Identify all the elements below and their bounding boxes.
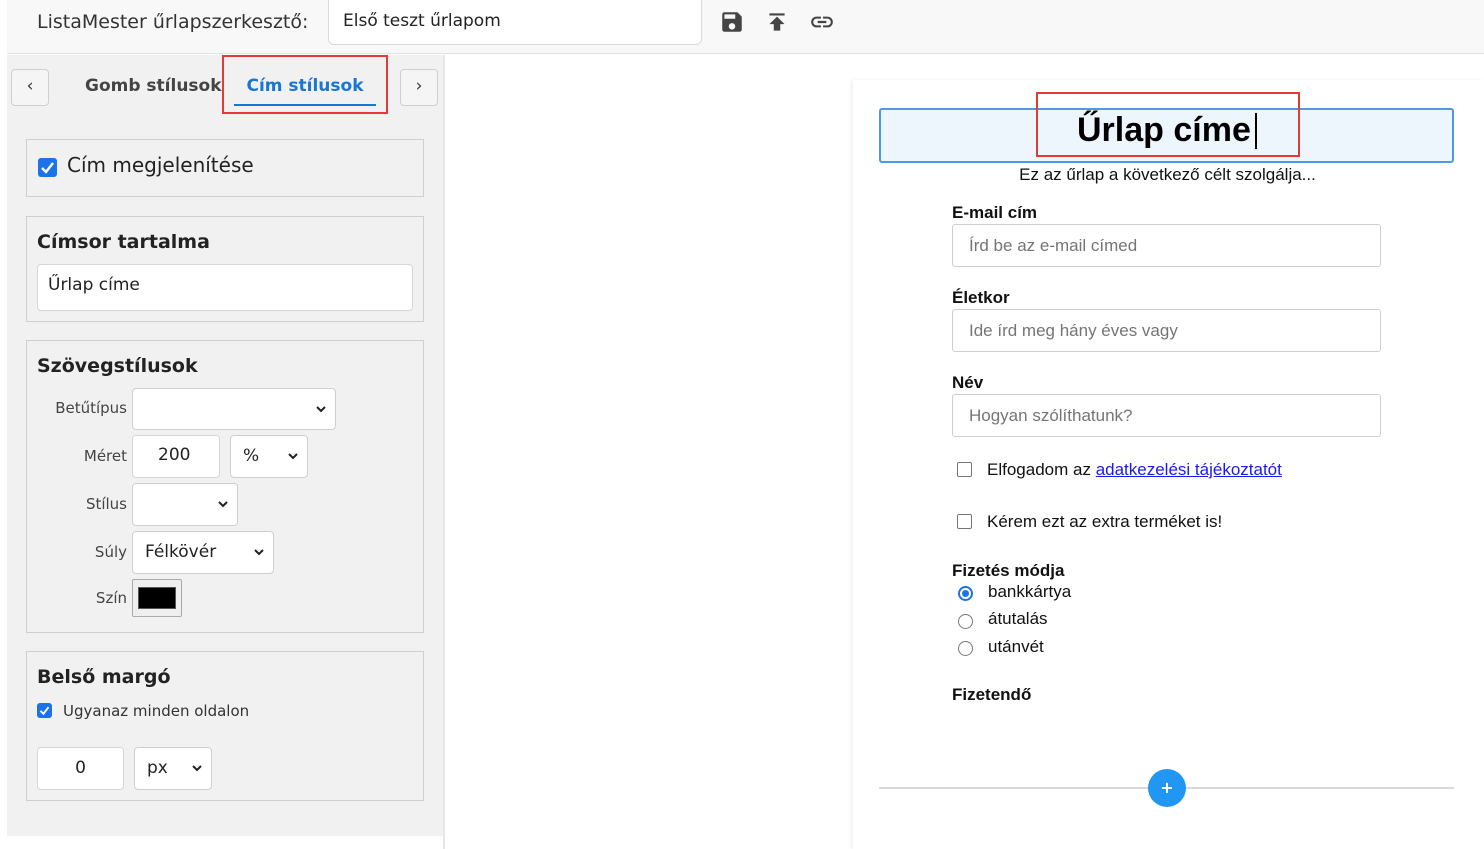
- panel-bottom: [7, 836, 443, 849]
- chevron-down-icon: [254, 549, 264, 556]
- size-input[interactable]: 200: [132, 435, 220, 478]
- consent-prefix: Elfogadom az: [987, 460, 1096, 479]
- consent-text: Elfogadom az adatkezelési tájékoztatót: [987, 460, 1282, 480]
- payment-option-cod: utánvét: [988, 637, 1044, 656]
- show-title-checkbox[interactable]: [38, 158, 57, 177]
- payment-radio-card[interactable]: [958, 586, 973, 601]
- weight-select[interactable]: Félkövér: [132, 531, 274, 574]
- padding-value-input[interactable]: 0: [37, 747, 124, 790]
- size-unit-value: %: [243, 446, 260, 466]
- name-field[interactable]: Hogyan szólíthatunk?: [952, 394, 1381, 437]
- form-title[interactable]: Űrlap címe: [1077, 110, 1251, 150]
- show-title-label: Cím megjelenítése: [67, 153, 254, 177]
- padding-unit-value: px: [147, 758, 168, 778]
- privacy-policy-link[interactable]: adatkezelési tájékoztatót: [1096, 460, 1282, 479]
- payment-option-card: bankkártya: [988, 582, 1072, 601]
- link-icon[interactable]: [809, 9, 835, 35]
- consent-checkbox[interactable]: [957, 462, 972, 477]
- text-caret: [1255, 113, 1257, 149]
- text-styles-title: Szövegstílusok: [37, 355, 198, 377]
- size-unit-select[interactable]: %: [230, 435, 308, 478]
- heading-content-title: Címsor tartalma: [37, 231, 210, 253]
- payment-radio-cod[interactable]: [958, 641, 973, 656]
- same-all-sides-label: Ugyanaz minden oldalon: [63, 702, 250, 720]
- font-label: Betűtípus: [55, 399, 127, 417]
- age-label: Életkor: [952, 288, 1010, 307]
- extra-product-checkbox[interactable]: [957, 514, 972, 529]
- color-picker[interactable]: [132, 579, 182, 617]
- padding-title: Belső margó: [37, 666, 171, 688]
- panel-divider[interactable]: [443, 55, 445, 849]
- tab-button-styles[interactable]: Gomb stílusok: [85, 72, 222, 106]
- same-all-sides-checkbox[interactable]: [37, 703, 52, 718]
- payment-radio-transfer[interactable]: [958, 614, 973, 629]
- chevron-down-icon: [192, 765, 202, 772]
- age-field[interactable]: Ide írd meg hány éves vagy: [952, 309, 1381, 352]
- tab-next-button[interactable]: ›: [400, 69, 438, 106]
- payment-option-transfer: átutalás: [988, 609, 1048, 628]
- save-icon[interactable]: [719, 9, 745, 35]
- weight-label: Súly: [94, 543, 127, 561]
- tab-prev-button[interactable]: ‹: [11, 69, 49, 106]
- font-select[interactable]: [132, 388, 336, 430]
- chevron-down-icon: [316, 406, 326, 413]
- payable-label: Fizetendő: [952, 685, 1032, 704]
- app-title: ListaMester űrlapszerkesztő:: [37, 11, 309, 33]
- email-label: E-mail cím: [952, 203, 1038, 222]
- form-description: Ez az űrlap a következő célt szolgálja..…: [1019, 165, 1316, 184]
- add-field-button[interactable]: +: [1148, 769, 1186, 807]
- show-title-card: Cím megjelenítése: [26, 139, 424, 197]
- padding-unit-select[interactable]: px: [134, 747, 212, 790]
- extra-product-label: Kérem ezt az extra terméket is!: [987, 512, 1223, 531]
- color-swatch: [138, 587, 176, 609]
- size-label: Méret: [83, 447, 127, 465]
- style-select[interactable]: [132, 483, 238, 526]
- heading-content-input[interactable]: Űrlap címe: [37, 264, 413, 311]
- weight-select-value: Félkövér: [145, 542, 217, 562]
- style-label: Stílus: [85, 495, 127, 513]
- heading-content-card: Címsor tartalma Űrlap címe: [26, 216, 424, 322]
- color-label: Szín: [95, 589, 127, 607]
- payment-label: Fizetés módja: [952, 561, 1065, 580]
- email-field[interactable]: Írd be az e-mail címed: [952, 224, 1381, 267]
- name-label: Név: [952, 373, 984, 392]
- chevron-down-icon: [218, 501, 228, 508]
- form-name-input[interactable]: Első teszt űrlapom: [328, 0, 702, 45]
- top-bar-edge: [0, 0, 7, 54]
- upload-icon[interactable]: [764, 9, 790, 35]
- left-edge: [0, 55, 7, 849]
- tab-title-styles[interactable]: Cím stílusok: [234, 72, 376, 106]
- chevron-down-icon: [288, 453, 298, 460]
